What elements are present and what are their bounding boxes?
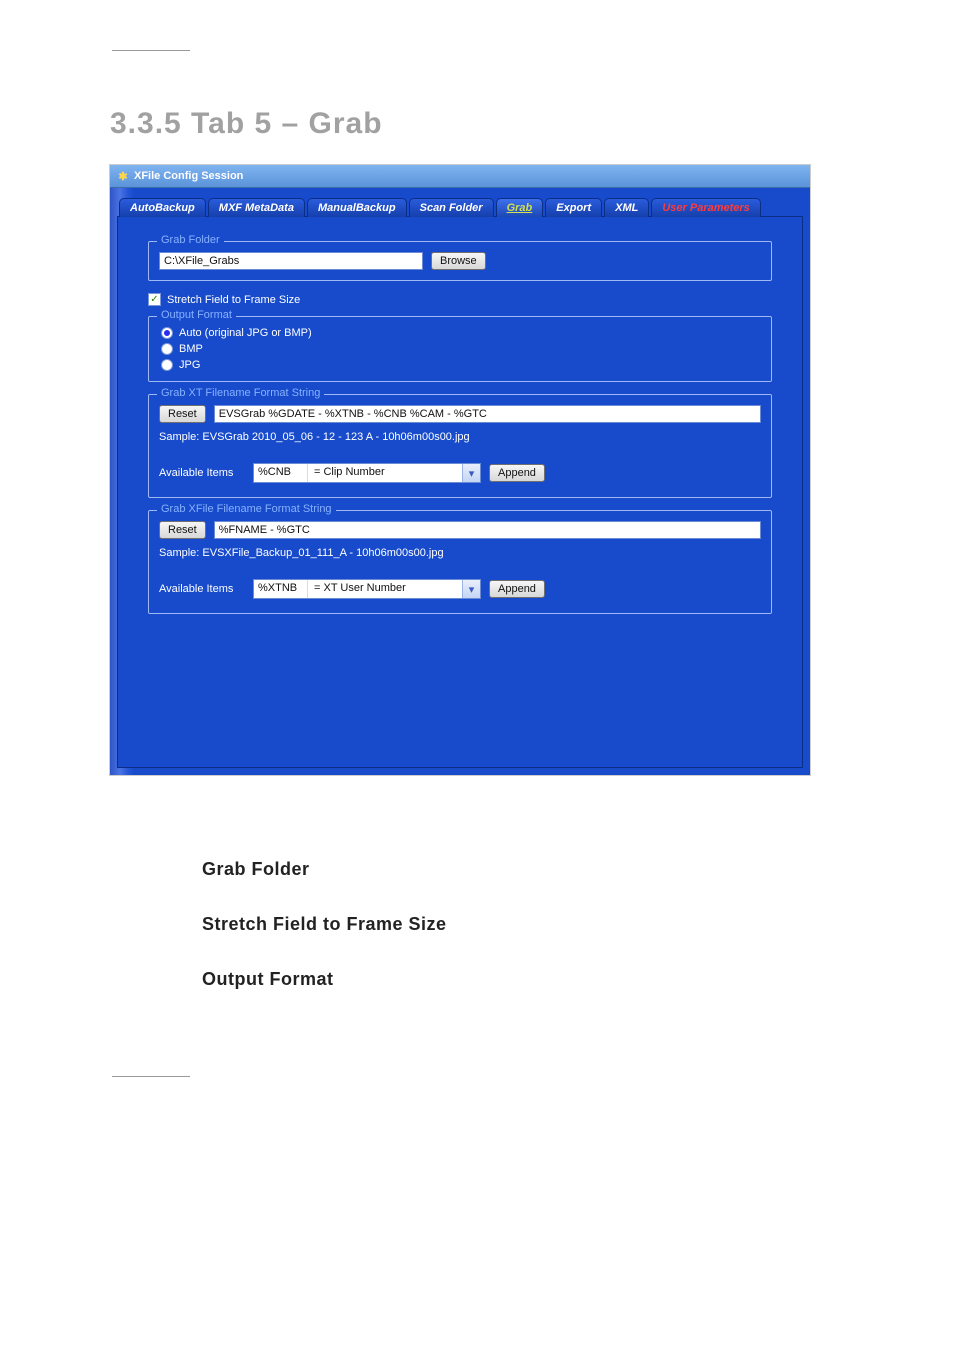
radio-icon (161, 343, 173, 355)
xt-available-label: Available Items (159, 467, 245, 479)
xt-combo-desc: = Clip Number (308, 464, 462, 482)
xfile-format-input[interactable] (214, 521, 761, 539)
titlebar: ✱ XFile Config Session (110, 165, 810, 188)
radio-auto-label: Auto (original JPG or BMP) (179, 327, 312, 339)
xfile-combo-desc: = XT User Number (308, 580, 462, 598)
xt-append-button[interactable]: Append (489, 464, 545, 482)
chevron-down-icon: ▾ (462, 464, 480, 482)
tab-autobackup[interactable]: AutoBackup (119, 198, 206, 217)
app-icon: ✱ (116, 169, 130, 183)
group-xfile-filename: Grab XFile Filename Format String Reset … (148, 510, 772, 614)
group-xfile-filename-legend: Grab XFile Filename Format String (157, 503, 336, 515)
section-heading: 3.3.5 Tab 5 – Grab (110, 107, 888, 141)
chevron-down-icon: ▾ (462, 580, 480, 598)
xfile-combo-code: %XTNB (254, 580, 308, 598)
stretch-checkbox-row[interactable]: ✓ Stretch Field to Frame Size (148, 293, 772, 306)
radio-auto[interactable]: Auto (original JPG or BMP) (161, 327, 761, 339)
tab-export[interactable]: Export (545, 198, 602, 217)
footer-rule (112, 1076, 190, 1077)
window: ✱ XFile Config Session AutoBackup MXF Me… (110, 165, 810, 775)
window-title: XFile Config Session (134, 170, 243, 182)
xfile-sample-text: Sample: EVSXFile_Backup_01_111_A - 10h06… (159, 547, 761, 559)
radio-jpg-label: JPG (179, 359, 200, 371)
browse-button[interactable]: Browse (431, 252, 486, 270)
xt-reset-button[interactable]: Reset (159, 405, 206, 423)
group-grab-folder: Grab Folder Browse (148, 241, 772, 281)
radio-icon (161, 327, 173, 339)
body-text: Grab Folder Stretch Field to Frame Size … (202, 859, 762, 990)
tab-grab[interactable]: Grab (496, 198, 544, 217)
xfile-available-combo[interactable]: %XTNB = XT User Number ▾ (253, 579, 481, 599)
tab-mxf-metadata[interactable]: MXF MetaData (208, 198, 305, 217)
xt-available-combo[interactable]: %CNB = Clip Number ▾ (253, 463, 481, 483)
tab-row: AutoBackup MXF MetaData ManualBackup Sca… (117, 194, 803, 216)
xfile-available-label: Available Items (159, 583, 245, 595)
group-xt-filename-legend: Grab XT Filename Format String (157, 387, 324, 399)
group-grab-folder-legend: Grab Folder (157, 234, 224, 246)
tab-scan-folder[interactable]: Scan Folder (409, 198, 494, 217)
heading-output-format: Output Format (202, 969, 762, 990)
radio-icon (161, 359, 173, 371)
heading-stretch-field: Stretch Field to Frame Size (202, 914, 762, 935)
xt-sample-text: Sample: EVSGrab 2010_05_06 - 12 - 123 A … (159, 431, 761, 443)
header-rule (112, 50, 190, 51)
xfile-append-button[interactable]: Append (489, 580, 545, 598)
tab-xml[interactable]: XML (604, 198, 649, 217)
radio-bmp-label: BMP (179, 343, 203, 355)
group-output-format: Output Format Auto (original JPG or BMP)… (148, 316, 772, 382)
radio-bmp[interactable]: BMP (161, 343, 761, 355)
xt-format-input[interactable] (214, 405, 761, 423)
xt-combo-code: %CNB (254, 464, 308, 482)
radio-jpg[interactable]: JPG (161, 359, 761, 371)
check-icon: ✓ (148, 293, 161, 306)
group-xt-filename: Grab XT Filename Format String Reset Sam… (148, 394, 772, 498)
heading-grab-folder: Grab Folder (202, 859, 762, 880)
group-output-format-legend: Output Format (157, 309, 236, 321)
tab-user-parameters[interactable]: User Parameters (651, 198, 760, 217)
tab-manualbackup[interactable]: ManualBackup (307, 198, 407, 217)
grab-folder-path-input[interactable] (159, 252, 423, 270)
xfile-reset-button[interactable]: Reset (159, 521, 206, 539)
tab-panel: Grab Folder Browse ✓ Stretch Field to Fr… (117, 216, 803, 768)
stretch-label: Stretch Field to Frame Size (167, 294, 300, 306)
